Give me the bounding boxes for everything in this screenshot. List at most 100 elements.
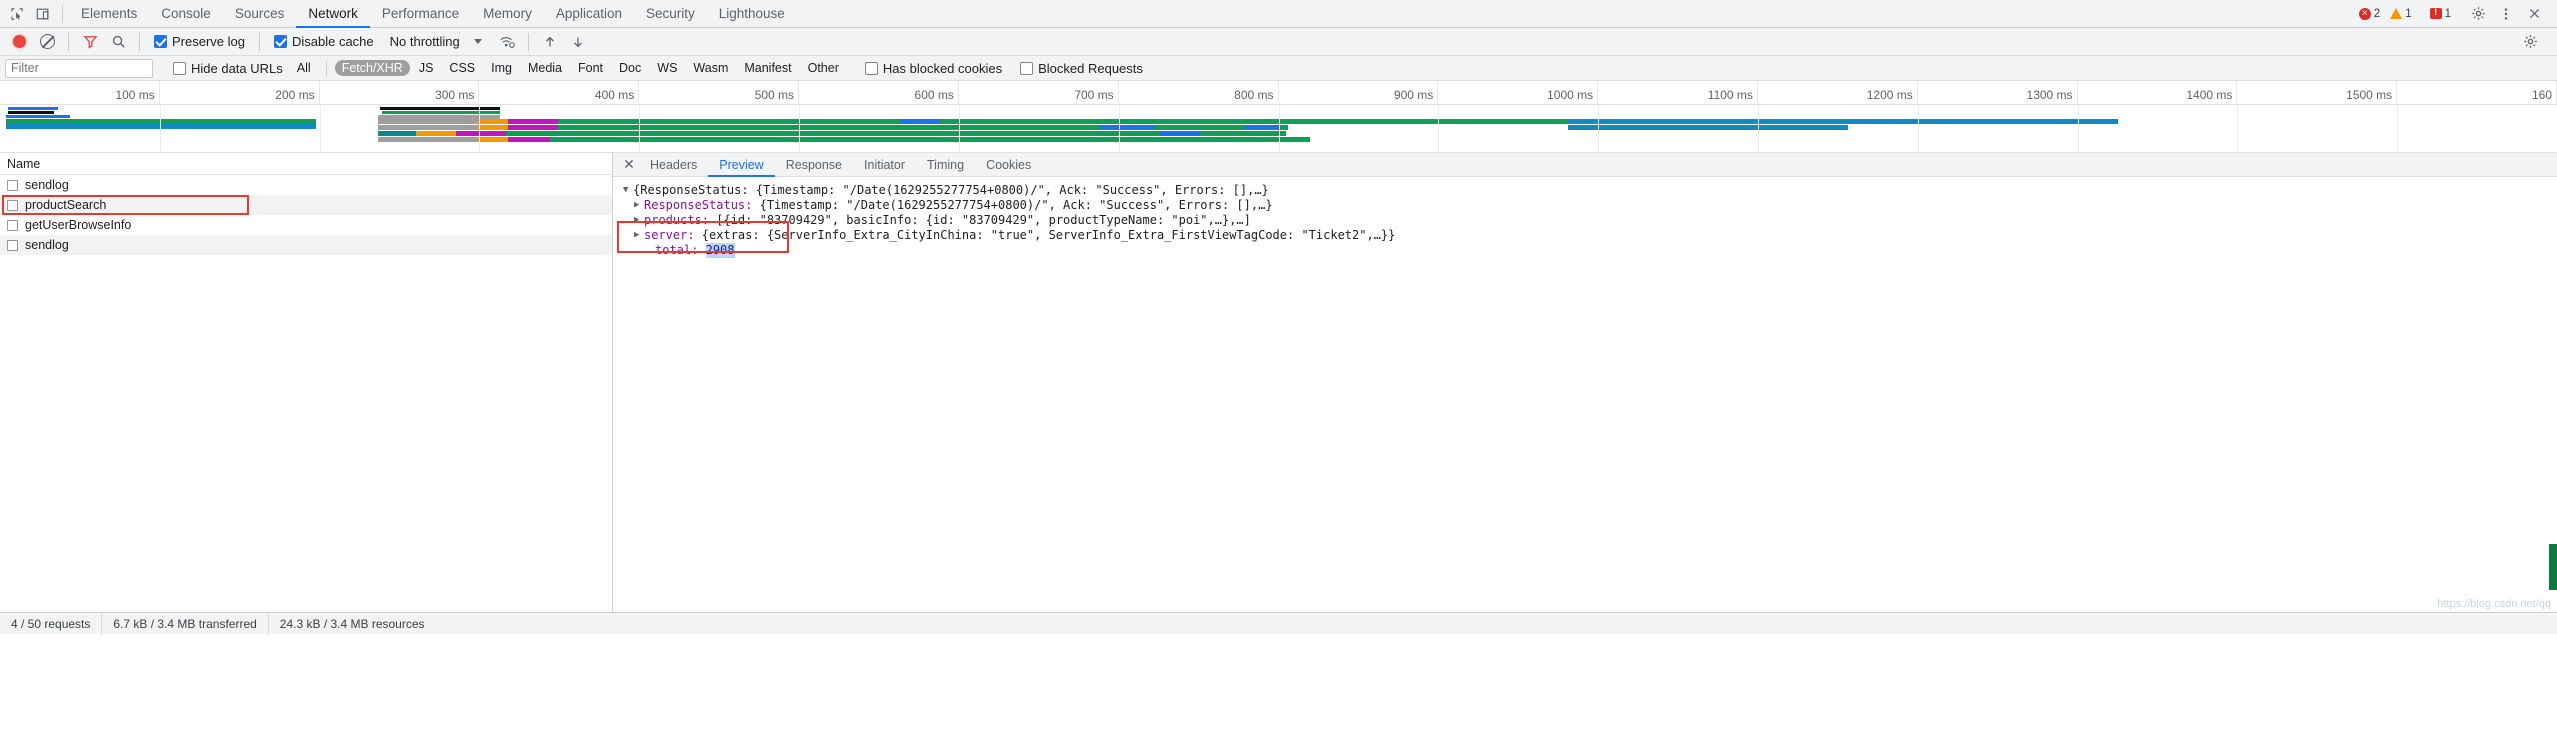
record-button[interactable] xyxy=(6,30,32,54)
waterfall-bar xyxy=(378,119,478,124)
filter-type-doc[interactable]: Doc xyxy=(612,60,648,76)
filter-type-fetch-xhr[interactable]: Fetch/XHR xyxy=(334,60,410,76)
hide-data-urls-checkbox[interactable]: Hide data URLs xyxy=(173,61,283,76)
filter-type-media[interactable]: Media xyxy=(521,60,569,76)
tab-preview[interactable]: Preview xyxy=(708,153,774,177)
tab-cookies[interactable]: Cookies xyxy=(975,153,1042,177)
ruler-tick-label: 400 ms xyxy=(594,88,635,102)
filter-icon[interactable] xyxy=(77,30,103,54)
ruler-tick: 400 ms xyxy=(479,81,640,104)
close-icon[interactable]: ✕ xyxy=(619,155,639,175)
json-line[interactable]: total: 2908 xyxy=(623,243,2557,258)
ruler-tick-label: 1000 ms xyxy=(1547,88,1594,102)
blocked-requests-checkbox[interactable]: Blocked Requests xyxy=(1020,61,1143,76)
waterfall-gridline xyxy=(1917,105,1919,152)
filter-type-other[interactable]: Other xyxy=(801,60,846,76)
filter-type-all[interactable]: All xyxy=(290,60,318,76)
tab-network[interactable]: Network xyxy=(296,0,370,28)
error-count: 2 xyxy=(2373,7,2381,20)
table-row[interactable]: sendlog xyxy=(0,235,612,255)
waterfall-bar xyxy=(380,107,500,110)
waterfall-gridline xyxy=(2397,105,2399,152)
filter-type-css[interactable]: CSS xyxy=(442,60,482,76)
gear-icon[interactable] xyxy=(2465,2,2491,26)
device-toggle-icon[interactable] xyxy=(30,2,56,26)
tab-headers[interactable]: Headers xyxy=(639,153,708,177)
table-row[interactable]: sendlog xyxy=(0,175,612,195)
tab-bar-right-controls: 2 1 1 xyxy=(2355,2,2553,26)
tab-performance[interactable]: Performance xyxy=(370,0,471,28)
table-row[interactable]: getUserBrowseInfo xyxy=(0,215,612,235)
tab-console[interactable]: Console xyxy=(149,0,223,28)
json-line[interactable]: ▶ products: [{id: "83709429", basicInfo:… xyxy=(623,213,2557,228)
network-overview-waterfall[interactable] xyxy=(0,105,2557,153)
filter-type-ws[interactable]: WS xyxy=(650,60,684,76)
preserve-log-checkbox[interactable]: Preserve log xyxy=(154,34,245,49)
waterfall-bar xyxy=(508,125,558,130)
disable-cache-checkbox[interactable]: Disable cache xyxy=(273,34,374,49)
json-line[interactable]: ▶ server: {extras: {ServerInfo_Extra_Cit… xyxy=(623,228,2557,243)
filter-type-js[interactable]: JS xyxy=(412,60,441,76)
message-count: 1 xyxy=(2444,7,2451,20)
ruler-tick: 100 ms xyxy=(0,81,160,104)
clear-button[interactable] xyxy=(34,30,60,54)
ruler-tick: 160 xyxy=(2397,81,2557,104)
tab-response[interactable]: Response xyxy=(775,153,853,177)
inspect-icon[interactable] xyxy=(4,2,30,26)
requests-pane: Name sendlog productSearch getUserBrowse… xyxy=(0,153,613,612)
expand-arrow-icon[interactable]: ▼ xyxy=(623,183,633,198)
divider xyxy=(527,32,529,51)
has-blocked-cookies-checkbox[interactable]: Has blocked cookies xyxy=(864,61,1002,76)
chevron-down-icon xyxy=(473,39,482,44)
tab-security[interactable]: Security xyxy=(634,0,707,28)
tab-application[interactable]: Application xyxy=(544,0,634,28)
tab-elements[interactable]: Elements xyxy=(69,0,149,28)
warning-icon xyxy=(2390,8,2403,19)
ruler-tick-label: 100 ms xyxy=(115,88,155,102)
kebab-menu-icon[interactable] xyxy=(2493,2,2519,26)
waterfall-gridline xyxy=(2237,105,2239,152)
json-line[interactable]: ▼ {ResponseStatus: {Timestamp: "/Date(16… xyxy=(623,183,2557,198)
export-har-icon[interactable] xyxy=(565,30,591,54)
filter-type-manifest[interactable]: Manifest xyxy=(737,60,798,76)
file-icon xyxy=(7,219,18,231)
tab-memory[interactable]: Memory xyxy=(471,0,544,28)
waterfall-bar xyxy=(6,115,70,118)
tab-lighthouse[interactable]: Lighthouse xyxy=(707,0,797,28)
search-icon[interactable] xyxy=(105,30,131,54)
waterfall-bar xyxy=(508,119,558,124)
requests-column-header[interactable]: Name xyxy=(0,153,612,175)
import-har-icon[interactable] xyxy=(537,30,563,54)
json-line[interactable]: ▶ ResponseStatus: {Timestamp: "/Date(162… xyxy=(623,198,2557,213)
filter-type-font[interactable]: Font xyxy=(571,60,610,76)
filter-row: Hide data URLs All Fetch/XHR JS CSS Img … xyxy=(0,56,2557,81)
ruler-tick: 800 ms xyxy=(1119,81,1279,104)
ruler-tick: 300 ms xyxy=(320,81,480,104)
waterfall-bar xyxy=(1160,131,1200,136)
waterfall-bar xyxy=(1245,125,1280,130)
network-settings-icon[interactable] xyxy=(2517,30,2543,54)
network-conditions-icon[interactable] xyxy=(494,30,520,54)
tab-initiator[interactable]: Initiator xyxy=(853,153,916,177)
table-row[interactable]: productSearch xyxy=(0,195,612,215)
ruler-tick-label: 500 ms xyxy=(754,88,795,102)
filter-type-img[interactable]: Img xyxy=(484,60,519,76)
waterfall-gridline xyxy=(479,105,481,152)
tab-sources[interactable]: Sources xyxy=(223,0,297,28)
message-count-badge[interactable]: 1 xyxy=(2426,7,2455,20)
close-icon[interactable] xyxy=(2521,2,2547,26)
error-count-badge[interactable]: 2 xyxy=(2355,7,2384,20)
throttling-dropdown[interactable]: No throttling xyxy=(390,34,482,49)
tab-timing[interactable]: Timing xyxy=(916,153,975,177)
waterfall-gridline xyxy=(1757,105,1759,152)
preview-json-tree: ▼ {ResponseStatus: {Timestamp: "/Date(16… xyxy=(613,177,2557,258)
warning-count-badge[interactable]: 1 xyxy=(2386,8,2415,20)
filter-input[interactable] xyxy=(5,58,153,78)
expand-arrow-icon[interactable]: ▶ xyxy=(634,198,644,213)
scrollbar-thumb[interactable] xyxy=(2549,544,2557,590)
waterfall-bar xyxy=(478,125,508,130)
filter-type-wasm[interactable]: Wasm xyxy=(686,60,735,76)
timeline-ruler: 100 ms 200 ms 300 ms 400 ms 500 ms 600 ms 700 … xyxy=(0,81,2557,105)
waterfall-gridline xyxy=(1118,105,1120,152)
ruler-tick: 700 ms xyxy=(959,81,1119,104)
